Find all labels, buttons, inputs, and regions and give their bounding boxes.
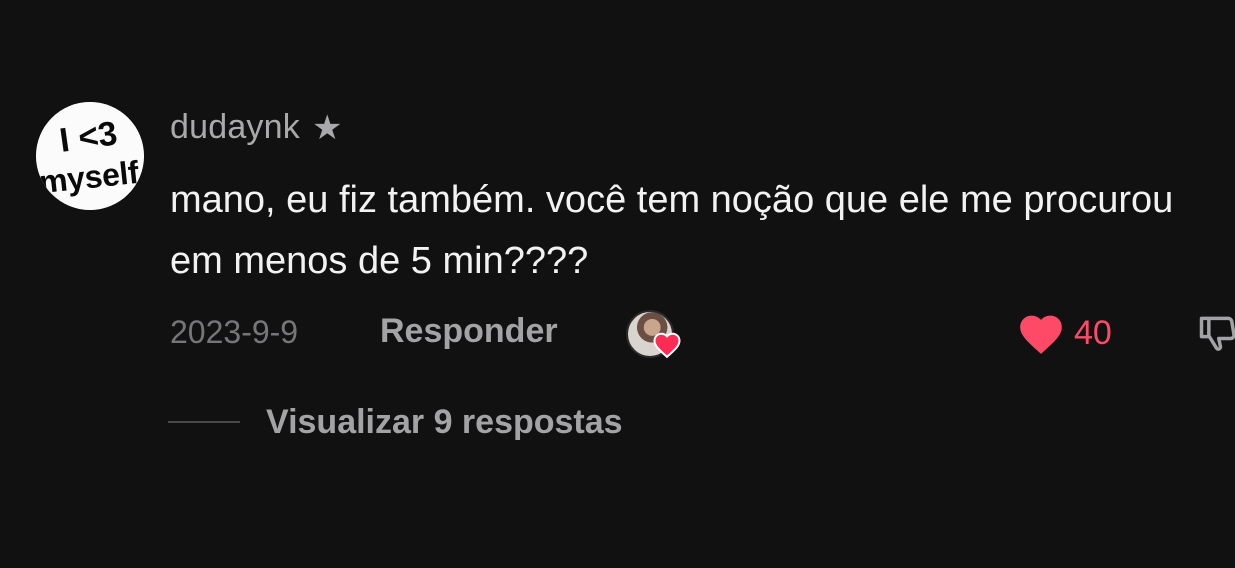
comment-date: 2023-9-9 [170,314,299,350]
heart-icon [653,332,681,359]
like-count: 40 [1074,314,1112,352]
comment-text: mano, eu fiz também. você tem noção que … [170,179,1174,282]
username-label: dudaynk [170,108,300,146]
comment-username[interactable]: dudaynk ★ [170,108,343,147]
star-icon: ★ [311,108,343,147]
heart-icon[interactable] [1016,310,1066,356]
avatar-image: I <3 myself [36,102,144,210]
replies-divider [168,421,240,423]
comment-meta-row: 2023-9-9 Responder 40 [170,310,1235,359]
thumbs-down-icon[interactable] [1196,310,1235,356]
view-replies-button[interactable]: Visualizar 9 respostas [168,400,623,444]
avatar-text-line-1: I <3 [57,114,119,160]
comment-screen: I <3 myself dudaynk ★ mano, eu fiz també… [0,0,1235,568]
view-replies-label: Visualizar 9 respostas [266,402,623,441]
avatar[interactable]: I <3 myself [36,102,144,210]
creator-liked-badge [626,310,686,359]
reply-button[interactable]: Responder [380,312,558,351]
